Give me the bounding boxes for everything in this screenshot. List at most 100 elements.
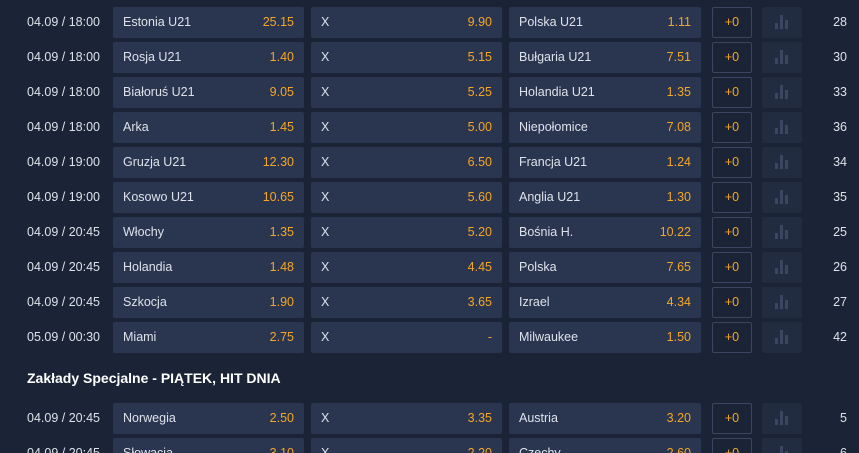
away-odd-button[interactable]: Anglia U21 1.30: [509, 182, 701, 213]
draw-odd-button[interactable]: X-: [311, 322, 502, 353]
more-bets-button[interactable]: +0: [712, 147, 752, 178]
home-odd-button[interactable]: Rosja U21 1.40: [113, 42, 304, 73]
draw-label: X: [321, 50, 330, 64]
more-bets-button[interactable]: +0: [712, 182, 752, 213]
match-time: 04.09 / 18:00: [27, 85, 100, 99]
bet-count: 35: [833, 190, 847, 204]
home-odd-button[interactable]: Estonia U21 25.15: [113, 7, 304, 38]
home-odd-value: 25.15: [262, 15, 294, 29]
bar-chart-icon: [775, 225, 789, 239]
home-odd-button[interactable]: Norwegia 2.50: [113, 403, 304, 434]
draw-odd-button[interactable]: X 2.20: [311, 438, 502, 453]
more-bets-button[interactable]: +0: [712, 7, 752, 38]
more-bets-button[interactable]: +0: [712, 42, 752, 73]
draw-odd-button[interactable]: X 3.65: [311, 287, 502, 318]
more-bets-button[interactable]: +0: [712, 322, 752, 353]
home-odd-button[interactable]: Kosowo U21 10.65: [113, 182, 304, 213]
draw-odd-button[interactable]: X 5.60: [311, 182, 502, 213]
stats-button[interactable]: [762, 217, 802, 248]
home-odd-button[interactable]: Arka 1.45: [113, 112, 304, 143]
more-bets-button[interactable]: +0: [712, 217, 752, 248]
away-odd-button[interactable]: Holandia U21 1.35: [509, 77, 701, 108]
stats-button[interactable]: [762, 182, 802, 213]
home-odd-button[interactable]: Miami 2.75: [113, 322, 304, 353]
away-odd-value: 1.50: [666, 330, 691, 344]
draw-odd-button[interactable]: X 4.45: [311, 252, 502, 283]
more-bets-button[interactable]: +0: [712, 287, 752, 318]
stats-button[interactable]: [762, 7, 802, 38]
bet-count: 6: [840, 446, 847, 453]
home-odd-button[interactable]: Włochy 1.35: [113, 217, 304, 248]
stats-button[interactable]: [762, 322, 802, 353]
more-bets-button[interactable]: +0: [712, 438, 752, 453]
draw-odd-value: 6.50: [467, 155, 492, 169]
away-odd-button[interactable]: Milwaukee 1.50: [509, 322, 701, 353]
away-odd-button[interactable]: Francja U21 1.24: [509, 147, 701, 178]
away-odd-button[interactable]: Austria 3.20: [509, 403, 701, 434]
bar-chart-icon: [775, 295, 789, 309]
away-odd-button[interactable]: Polska 7.65: [509, 252, 701, 283]
draw-odd-button[interactable]: X 6.50: [311, 147, 502, 178]
draw-odd-button[interactable]: X 3.35: [311, 403, 502, 434]
home-team-name: Rosja U21: [123, 50, 182, 64]
stats-button[interactable]: [762, 287, 802, 318]
bet-count: 26: [833, 260, 847, 274]
bar-chart-icon: [775, 155, 789, 169]
away-odd-button[interactable]: Bośnia H. 10.22: [509, 217, 701, 248]
home-odd-button[interactable]: Gruzja U21 12.30: [113, 147, 304, 178]
more-bets-button[interactable]: +0: [712, 77, 752, 108]
match-row: 04.09 / 20:45 Norwegia 2.50 X 3.35 Austria 3.2…: [0, 403, 859, 434]
away-odd-button[interactable]: Bułgaria U21 7.51: [509, 42, 701, 73]
stats-button[interactable]: [762, 147, 802, 178]
away-odd-button[interactable]: Polska U21 1.11: [509, 7, 701, 38]
match-list: Zakłady Specjalne - PIĄTEK, HIT DNIA 04.…: [0, 0, 859, 453]
away-odd-value: 4.34: [666, 295, 691, 309]
more-bets-button[interactable]: +0: [712, 252, 752, 283]
more-bets-button[interactable]: +0: [712, 403, 752, 434]
bar-chart-icon: [775, 446, 789, 453]
home-odd-button[interactable]: Szkocja 1.90: [113, 287, 304, 318]
home-odd-button[interactable]: Holandia 1.48: [113, 252, 304, 283]
stats-button[interactable]: [762, 112, 802, 143]
home-odd-button[interactable]: Białoruś U21 9.05: [113, 77, 304, 108]
away-odd-button[interactable]: Izrael 4.34: [509, 287, 701, 318]
stats-button[interactable]: [762, 438, 802, 453]
stats-button[interactable]: [762, 252, 802, 283]
away-team-name: Francja U21: [519, 155, 588, 169]
away-odd-value: 10.22: [659, 225, 691, 239]
away-odd-button[interactable]: Niepołomice 7.08: [509, 112, 701, 143]
match-time: 04.09 / 18:00: [27, 15, 100, 29]
draw-odd-value: 4.45: [467, 260, 492, 274]
away-odd-value: 1.11: [667, 15, 691, 29]
away-odd-button[interactable]: Czechy 2.60: [509, 438, 701, 453]
match-time: 05.09 / 00:30: [27, 330, 100, 344]
match-row: 04.09 / 18:00 Estonia U21 25.15 X 9.90 Polska…: [0, 7, 859, 38]
draw-label: X: [321, 85, 330, 99]
stats-button[interactable]: [762, 77, 802, 108]
bar-chart-icon: [775, 330, 789, 344]
away-team-name: Izrael: [519, 295, 550, 309]
match-row: 04.09 / 20:45 Szkocja 1.90 X 3.65 Izrael 4.34 +…: [0, 287, 859, 318]
bet-count: 34: [833, 155, 847, 169]
bar-chart-icon: [775, 15, 789, 29]
stats-button[interactable]: [762, 42, 802, 73]
home-odd-value: 1.35: [269, 225, 294, 239]
draw-odd-button[interactable]: X 5.20: [311, 217, 502, 248]
draw-odd-button[interactable]: X 9.90: [311, 7, 502, 38]
stats-button[interactable]: [762, 403, 802, 434]
home-team-name: Holandia: [123, 260, 173, 274]
match-time: 04.09 / 18:00: [27, 50, 100, 64]
more-bets-button[interactable]: +0: [712, 112, 752, 143]
match-time: 04.09 / 20:45: [27, 225, 100, 239]
home-odd-value: 1.90: [269, 295, 294, 309]
draw-odd-button[interactable]: X 5.15: [311, 42, 502, 73]
match-time: 04.09 / 19:00: [27, 155, 100, 169]
home-team-name: Gruzja U21: [123, 155, 187, 169]
draw-odd-value: 9.90: [467, 15, 492, 29]
draw-odd-button[interactable]: X 5.25: [311, 77, 502, 108]
home-odd-button[interactable]: Słowacja 3.10: [113, 438, 304, 453]
draw-odd-button[interactable]: X 5.00: [311, 112, 502, 143]
away-odd-value: 7.08: [666, 120, 691, 134]
home-team-name: Norwegia: [123, 411, 176, 425]
match-row: 04.09 / 18:00 Arka 1.45 X 5.00 Niepołomice 7.0…: [0, 112, 859, 143]
